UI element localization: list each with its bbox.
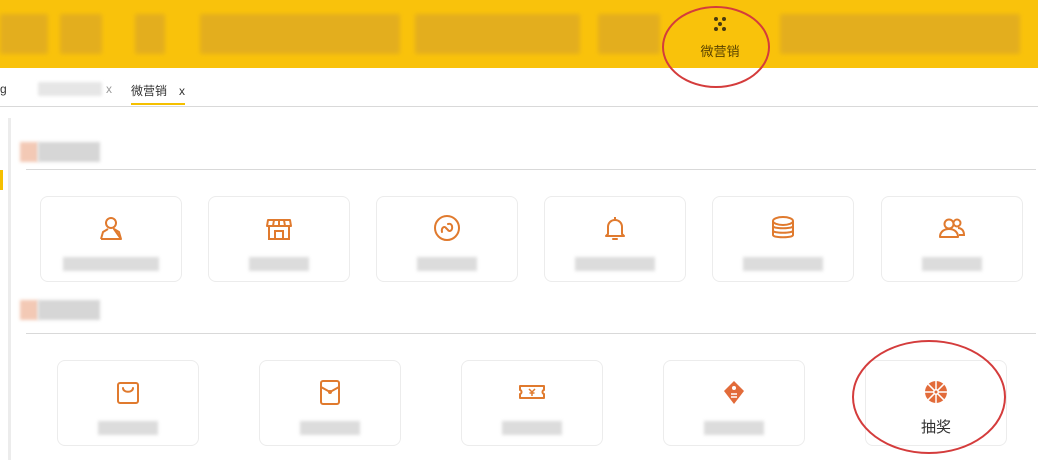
section-icon [20,300,38,320]
card-label-blurred [300,421,360,435]
nav-item-blurred[interactable] [598,14,660,54]
left-active-marker [0,170,3,190]
card-label-blurred [743,257,823,271]
annotation-circle [662,6,770,88]
card-label-blurred [417,257,477,271]
store-icon [266,219,292,240]
feature-card[interactable] [376,196,518,282]
price-tag-icon [724,381,744,404]
top-nav-bar: 微营销 [0,0,1038,68]
section-divider [26,169,1036,170]
card-label-blurred [98,421,158,435]
tab-first-prefix[interactable]: g [0,82,7,96]
section-icon [20,142,38,162]
feature-card[interactable] [712,196,854,282]
tab-label: 微营销 [131,84,168,98]
card-label-blurred [922,257,982,271]
feature-card[interactable] [881,196,1023,282]
bell-icon [605,217,625,240]
feature-card[interactable] [259,360,401,446]
tab-label-blurred[interactable] [38,82,102,96]
coupon-icon [519,385,545,399]
section-divider [26,333,1036,334]
feature-card[interactable] [544,196,686,282]
card-label-blurred [704,421,764,435]
feature-card[interactable] [208,196,350,282]
left-scroll-rail[interactable] [8,118,11,460]
feature-card[interactable] [40,196,182,282]
nav-item-blurred[interactable] [60,14,102,54]
coins-icon [772,216,794,239]
nav-item-blurred[interactable] [415,14,580,54]
nav-item-blurred[interactable] [780,14,1020,54]
feature-card[interactable] [57,360,199,446]
nav-item-blurred[interactable] [135,14,165,54]
card-label-blurred [502,421,562,435]
red-envelope-icon [320,380,340,405]
nav-item-blurred[interactable] [200,14,400,54]
section-title-blurred [38,300,100,320]
shopping-bag-icon [117,382,139,404]
card-label-blurred [575,257,655,271]
nav-item-blurred[interactable] [0,14,48,54]
feature-card[interactable] [461,360,603,446]
mini-program-icon [434,215,460,241]
section-title-blurred [38,142,100,162]
tab-micro-marketing[interactable]: 微营销 x [131,82,186,105]
tab-close-icon[interactable]: x [106,82,112,96]
section-header [20,300,100,320]
users-icon [939,218,966,238]
tab-bar: g x 微营销 x [0,68,1038,107]
section-header [20,142,100,162]
card-label-blurred [249,257,309,271]
annotation-circle [852,340,1006,454]
feature-card[interactable] [663,360,805,446]
tab-close-icon[interactable]: x [179,84,185,98]
card-label-blurred [63,257,159,271]
user-icon [100,217,122,240]
